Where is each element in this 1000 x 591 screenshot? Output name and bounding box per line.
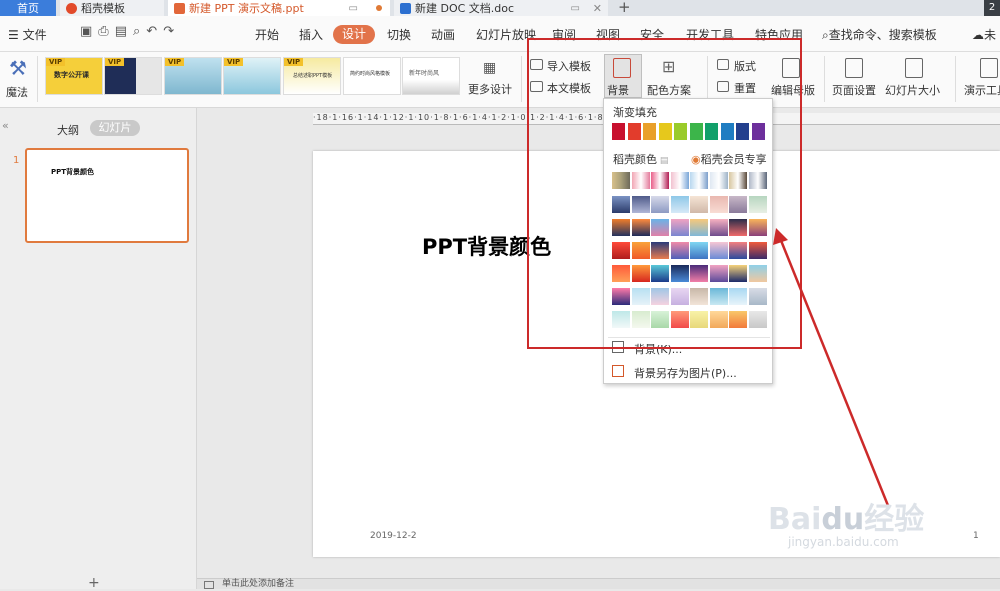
baidu-watermark-url: jingyan.baidu.com — [788, 535, 899, 549]
baidu-watermark-logo: Baidu经验 — [768, 502, 925, 537]
